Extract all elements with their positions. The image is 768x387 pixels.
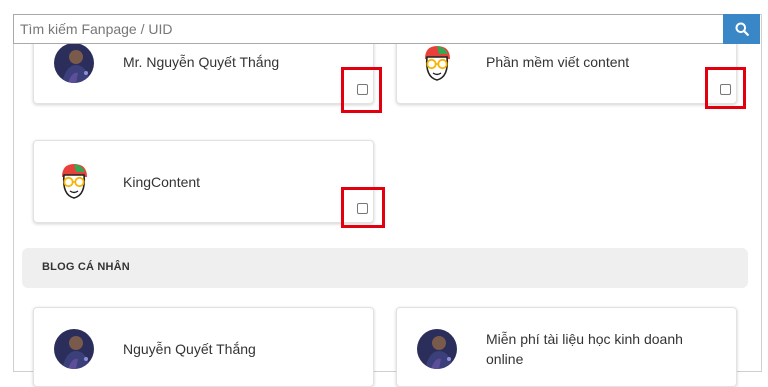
- kingcontent-logo: [54, 161, 94, 201]
- fanpage-name: KingContent: [123, 174, 201, 190]
- blog-card[interactable]: Nguyễn Quyết Thắng: [33, 307, 374, 387]
- search-bar: [13, 14, 760, 44]
- section-title: BLOG CÁ NHÂN: [42, 261, 130, 273]
- blog-card[interactable]: Miễn phí tài liệu học kinh doanh online: [396, 307, 737, 387]
- section-header: BLOG CÁ NHÂN: [22, 248, 748, 288]
- fanpage-checkbox[interactable]: [357, 84, 368, 95]
- fanpage-name: Mr. Nguyễn Quyết Thắng: [123, 54, 280, 70]
- fanpage-checkbox[interactable]: [720, 84, 731, 95]
- kingcontent-logo: [417, 43, 457, 83]
- person-avatar: [54, 43, 94, 83]
- fanpage-checkbox[interactable]: [357, 203, 368, 214]
- blog-name-line2: online: [486, 351, 524, 367]
- fanpage-name: Phần mềm viết content: [486, 54, 630, 70]
- search-button[interactable]: [723, 14, 760, 44]
- blog-name: Nguyễn Quyết Thắng: [123, 341, 256, 357]
- person-avatar: [417, 329, 457, 369]
- blog-name-line1: Miễn phí tài liệu học kinh doanh: [486, 331, 683, 347]
- person-avatar: [54, 329, 94, 369]
- fanpage-card[interactable]: KingContent: [33, 140, 374, 223]
- search-icon: [735, 22, 749, 36]
- search-input[interactable]: [13, 14, 723, 44]
